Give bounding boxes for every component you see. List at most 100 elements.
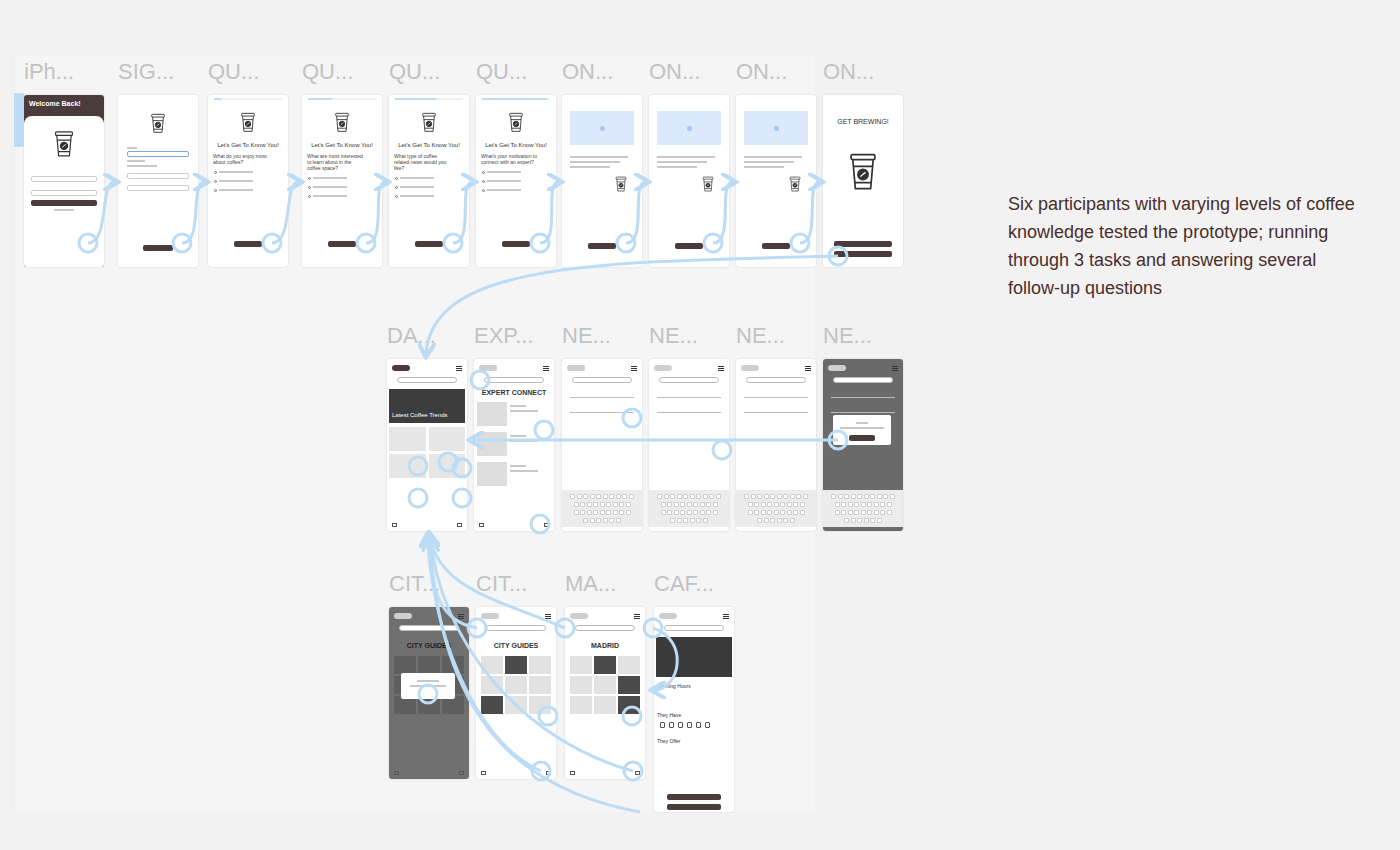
headline-field[interactable]	[570, 408, 634, 413]
key[interactable]	[841, 502, 846, 507]
prototype-frame[interactable]: ON...	[736, 60, 818, 267]
mail-icon[interactable]	[392, 523, 397, 527]
category-dropdown[interactable]	[657, 393, 721, 398]
key[interactable]	[690, 494, 695, 499]
prototype-frame[interactable]: CIT...CITY GUIDES	[476, 572, 558, 779]
button[interactable]	[675, 243, 703, 249]
key[interactable]	[848, 502, 853, 507]
key[interactable]	[683, 518, 688, 523]
opening-hours[interactable]: Opening Hours	[654, 683, 734, 690]
key[interactable]	[716, 494, 721, 499]
key[interactable]	[770, 518, 775, 523]
key[interactable]	[777, 494, 782, 499]
grid-tile[interactable]	[394, 656, 416, 674]
key[interactable]	[874, 502, 879, 507]
grid-tile[interactable]	[570, 676, 592, 694]
key[interactable]	[780, 510, 785, 515]
key[interactable]	[606, 502, 611, 507]
headline-field[interactable]	[831, 408, 895, 413]
key[interactable]	[883, 494, 888, 499]
key[interactable]	[831, 494, 836, 499]
logo-pill[interactable]	[392, 365, 410, 371]
grid-tile[interactable]	[594, 696, 616, 714]
key[interactable]	[877, 494, 882, 499]
answer-option[interactable]	[482, 180, 550, 183]
search-bar[interactable]	[484, 377, 544, 383]
key[interactable]	[761, 510, 766, 515]
key[interactable]	[667, 502, 672, 507]
key[interactable]	[670, 494, 675, 499]
key[interactable]	[800, 510, 805, 515]
grid-tile[interactable]	[618, 656, 640, 674]
key[interactable]	[709, 494, 714, 499]
key[interactable]	[600, 502, 605, 507]
grid-tile[interactable]	[505, 696, 527, 714]
key[interactable]	[619, 502, 624, 507]
password-field[interactable]	[31, 190, 97, 196]
key[interactable]	[780, 502, 785, 507]
button[interactable]	[834, 251, 892, 257]
expert-row[interactable]	[477, 432, 551, 456]
grid-tile[interactable]	[570, 656, 592, 674]
key[interactable]	[583, 494, 588, 499]
key[interactable]	[848, 510, 853, 515]
key[interactable]	[629, 494, 634, 499]
answer-option[interactable]	[214, 171, 282, 174]
mail-icon[interactable]	[570, 771, 575, 775]
button[interactable]	[31, 200, 97, 206]
category-dropdown[interactable]	[831, 393, 895, 398]
key[interactable]	[887, 502, 892, 507]
key[interactable]	[880, 510, 885, 515]
menu-icon[interactable]	[458, 614, 464, 619]
key[interactable]	[783, 494, 788, 499]
menu-icon[interactable]	[723, 614, 729, 619]
search-bar[interactable]	[572, 377, 632, 383]
key[interactable]	[754, 510, 759, 515]
logo-pill[interactable]	[481, 613, 499, 619]
grid-tile[interactable]	[481, 676, 503, 694]
key[interactable]	[574, 510, 579, 515]
key[interactable]	[880, 502, 885, 507]
key[interactable]	[844, 518, 849, 523]
grid-tile[interactable]	[481, 696, 503, 714]
key[interactable]	[696, 518, 701, 523]
key[interactable]	[661, 502, 666, 507]
dashboard-card[interactable]	[389, 454, 426, 478]
key[interactable]	[626, 510, 631, 515]
answer-option[interactable]	[395, 177, 463, 180]
key[interactable]	[603, 518, 608, 523]
key[interactable]	[687, 510, 692, 515]
answer-option[interactable]	[308, 186, 376, 189]
button[interactable]	[667, 804, 721, 810]
answer-option[interactable]	[482, 171, 550, 174]
prototype-frame[interactable]: QU...Let's Get To Know You!What are most…	[302, 60, 384, 267]
key[interactable]	[757, 518, 762, 523]
key[interactable]	[854, 502, 859, 507]
key[interactable]	[857, 494, 862, 499]
dashboard-card[interactable]	[389, 427, 426, 451]
name-field[interactable]	[127, 151, 189, 157]
key[interactable]	[748, 510, 753, 515]
key[interactable]	[764, 494, 769, 499]
button[interactable]	[143, 245, 173, 251]
search-bar[interactable]	[575, 625, 635, 631]
key[interactable]	[570, 494, 575, 499]
answer-option[interactable]	[395, 186, 463, 189]
key[interactable]	[680, 502, 685, 507]
key[interactable]	[774, 502, 779, 507]
key[interactable]	[661, 510, 666, 515]
key[interactable]	[767, 510, 772, 515]
prototype-frame[interactable]: CAF...Opening HoursThey HaveThey Offer	[654, 572, 736, 812]
key[interactable]	[680, 510, 685, 515]
key[interactable]	[596, 494, 601, 499]
key[interactable]	[751, 494, 756, 499]
key[interactable]	[587, 502, 592, 507]
mail-icon[interactable]	[394, 771, 399, 775]
prototype-frame[interactable]: NE...	[649, 324, 731, 531]
key[interactable]	[713, 510, 718, 515]
key[interactable]	[580, 510, 585, 515]
key[interactable]	[870, 518, 875, 523]
logo-pill[interactable]	[479, 365, 497, 371]
button[interactable]	[328, 241, 356, 247]
key[interactable]	[851, 518, 856, 523]
